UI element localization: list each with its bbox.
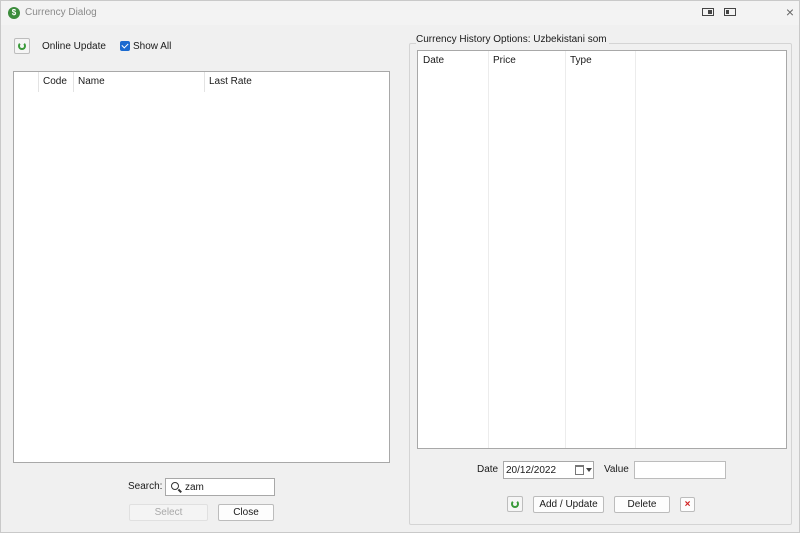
column-header-code[interactable]: Code <box>38 72 73 92</box>
refresh-history-button[interactable] <box>507 496 523 512</box>
delete-button[interactable]: Delete <box>614 496 670 513</box>
value-input[interactable] <box>634 461 726 479</box>
column-header-name[interactable]: Name <box>73 72 204 92</box>
search-icon <box>171 482 179 490</box>
window-title: Currency Dialog <box>25 7 97 18</box>
column-header-last-rate[interactable]: Last Rate <box>204 72 389 92</box>
column-separator <box>635 51 636 448</box>
column-separator <box>565 51 566 448</box>
column-header-price[interactable]: Price <box>488 51 565 71</box>
column-header-marker[interactable] <box>14 72 38 92</box>
clear-button[interactable]: × <box>680 497 695 512</box>
search-label: Search: <box>128 481 163 492</box>
close-button[interactable]: Close <box>218 504 274 521</box>
close-window-icon[interactable]: × <box>783 5 797 19</box>
currency-list[interactable]: Code Name Last Rate <box>13 71 390 463</box>
column-header-type[interactable]: Type <box>565 51 635 71</box>
date-label: Date <box>477 464 499 475</box>
currency-history-list[interactable]: Date Price Type <box>417 50 787 449</box>
currency-dialog-window: $ Currency Dialog × Online Update Show A… <box>0 0 800 533</box>
currency-app-icon: $ <box>8 7 20 19</box>
search-field[interactable] <box>165 478 275 496</box>
select-button[interactable]: Select <box>129 504 208 521</box>
chevron-down-icon[interactable] <box>586 468 592 472</box>
title-bar: $ Currency Dialog × <box>1 1 799 25</box>
date-value[interactable]: 20/12/2022 <box>506 465 556 476</box>
snap-layout-icon[interactable] <box>702 7 714 18</box>
column-header-date[interactable]: Date <box>418 51 488 71</box>
value-label: Value <box>604 464 629 475</box>
restore-window-icon[interactable] <box>724 7 736 18</box>
show-all-label: Show All <box>133 41 172 52</box>
currency-history-title: Currency History Options: Uzbekistani so… <box>416 34 609 45</box>
search-input[interactable] <box>185 480 271 494</box>
calendar-icon[interactable] <box>575 465 584 475</box>
add-update-button[interactable]: Add / Update <box>533 496 604 513</box>
online-update-label: Online Update <box>42 41 106 52</box>
refresh-icon <box>18 42 26 50</box>
refresh-icon <box>511 500 519 508</box>
checkbox-checked-icon[interactable] <box>120 41 130 51</box>
date-picker[interactable]: 20/12/2022 <box>503 461 594 479</box>
column-separator <box>488 51 489 448</box>
online-update-button[interactable] <box>14 38 30 54</box>
